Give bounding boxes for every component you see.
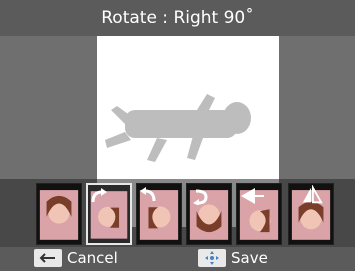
dpad-icon: [198, 249, 226, 267]
save-label: Save: [231, 249, 268, 267]
page-title: Rotate : Right 90˚: [101, 8, 254, 28]
save-button[interactable]: Save: [198, 249, 268, 267]
cancel-button[interactable]: Cancel: [34, 249, 118, 267]
cancel-label: Cancel: [67, 249, 118, 267]
rotate-right-icon: [91, 188, 107, 203]
camera-edit-screen: Rotate : Right 90˚ Cancel Save: [0, 0, 355, 271]
title-bar: Rotate : Right 90˚: [0, 0, 355, 36]
rotate-left-icon: [140, 187, 156, 202]
footer-bar: Cancel Save: [0, 247, 355, 271]
photo-thumbnail: [39, 190, 79, 240]
flip-horizontal-icon: [241, 188, 264, 204]
rotate-180-icon: [193, 189, 208, 205]
rotation-thumbnails: [0, 183, 355, 247]
thumbnail-flip-vertical[interactable]: [288, 183, 334, 245]
thumbnail-flip-horizontal[interactable]: [236, 183, 282, 245]
flip-vertical-icon: [302, 185, 323, 204]
back-arrow-icon: [34, 249, 62, 267]
thumbnail-rotate-left-90[interactable]: [136, 183, 182, 245]
thumbnail-rotate-right-90[interactable]: [86, 183, 132, 245]
thumbnail-original[interactable]: [36, 183, 82, 245]
thumbnail-rotate-180[interactable]: [186, 183, 232, 245]
